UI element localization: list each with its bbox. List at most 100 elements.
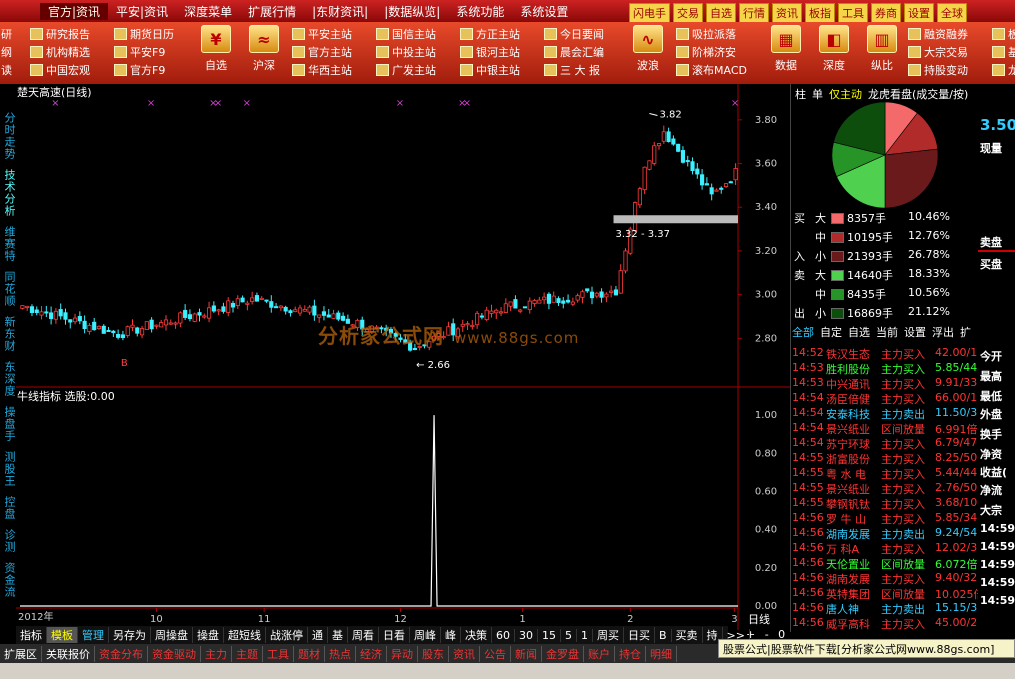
period-label[interactable]: 日线	[748, 611, 770, 627]
deal-row[interactable]: 14:56 天伦置业 区间放量 6.072倍	[792, 556, 979, 571]
toolbar-cut-item[interactable]: 基	[992, 44, 1015, 59]
menu-depth[interactable]: 深度菜单	[176, 3, 240, 20]
toolbar-china-macro[interactable]: 中国宏观	[30, 62, 90, 77]
indicator-tab[interactable]: 操盘	[193, 627, 224, 643]
indicator-tab[interactable]: 5	[561, 628, 577, 642]
indicator-tab[interactable]: 通	[308, 627, 328, 643]
extension-tab[interactable]: 金罗盘	[542, 645, 584, 662]
toolbar-institution-picks[interactable]: 机构精选	[30, 44, 90, 59]
ltab-custom[interactable]: 自定	[820, 324, 842, 340]
extension-tab[interactable]: 持仓	[615, 645, 646, 662]
indicator-tab[interactable]: 超短线	[224, 627, 266, 643]
menu-official-news[interactable]: 官方|资讯	[40, 2, 109, 20]
extension-tab[interactable]: 明细	[646, 645, 677, 662]
extension-tab[interactable]: 异动	[387, 645, 418, 662]
toolbar-futures-calendar[interactable]: 期货日历	[114, 26, 174, 41]
tab-cegu[interactable]: 测股王	[0, 451, 16, 487]
deal-row[interactable]: 14:54 苏宁环球 主力买入 6.79/47	[792, 436, 979, 451]
indicator-tab[interactable]: B	[655, 628, 672, 642]
indicator-tab[interactable]: 买卖	[672, 627, 703, 643]
toolbar-watchlist-button[interactable]: ¥ 自选	[194, 25, 238, 73]
kline-chart[interactable]: 2.80 3.00 3.20 3.40 3.60 3.80 1.00 0.80 0.60 0.40…	[16, 84, 790, 630]
deal-row[interactable]: 14:54 安泰科技 主力卖出 11.50/3	[792, 406, 979, 421]
quick-settings[interactable]: 设置	[904, 3, 934, 23]
deal-row[interactable]: 14:52 铁汉生态 主力买入 42.00/1	[792, 346, 979, 361]
indicator-tab[interactable]: 日看	[379, 627, 410, 643]
quick-quotes[interactable]: 行情	[739, 3, 769, 23]
ltab-all[interactable]: 全部	[792, 324, 814, 340]
extension-tab[interactable]: 股东	[418, 645, 449, 662]
indicator-tab[interactable]: 日买	[624, 627, 655, 643]
toolbar-three-reports[interactable]: 三 大 报	[544, 62, 604, 77]
ad-banner[interactable]: 股票公式|股票软件下载[分析家公式网www.88gs.com]	[718, 639, 1015, 658]
toolbar-margin-trading[interactable]: 融资融券	[908, 26, 968, 41]
toolbar-compare-button[interactable]: ▥ 纵比	[860, 25, 904, 73]
toolbar-cut-item[interactable]: 读	[1, 62, 12, 77]
indicator-tab[interactable]: 决策	[461, 627, 492, 643]
menu-dongcai-news[interactable]: |东财资讯|	[304, 3, 376, 20]
menu-system-functions[interactable]: 系统功能	[448, 3, 512, 20]
menu-pingan-news[interactable]: 平安|资讯	[108, 3, 176, 20]
deal-row[interactable]: 14:56 万 科A 主力买入 12.02/3	[792, 541, 979, 556]
deal-row[interactable]: 14:54 汤臣倍健 主力买入 66.00/1	[792, 391, 979, 406]
extension-tab[interactable]: 经济	[356, 645, 387, 662]
indicator-tab[interactable]: 战涨停	[266, 627, 308, 643]
deal-row[interactable]: 14:56英特集团区间放量 10.025倍	[792, 586, 979, 601]
toolbar-pingan-f9[interactable]: 平安F9	[114, 44, 174, 59]
toolbar-official-station[interactable]: 官方主站	[292, 44, 352, 59]
ltab-current[interactable]: 当前	[876, 324, 898, 340]
toolbar-pingan-station[interactable]: 平安主站	[292, 26, 352, 41]
deal-row[interactable]: 14:56 唐人神 主力卖出 15.15/3	[792, 601, 979, 616]
deal-row[interactable]: 14:55 粤 水 电 主力买入 5.44/44	[792, 466, 979, 481]
extension-tab[interactable]: 题材	[294, 645, 325, 662]
rtab-single[interactable]: 单	[812, 86, 823, 102]
deal-row[interactable]: 14:56 湖南发展 主力卖出 9.24/54	[792, 526, 979, 541]
tab-technical-analysis[interactable]: 技术分析	[0, 169, 16, 217]
tab-weisaite[interactable]: 维赛特	[0, 226, 16, 262]
indicator-tab[interactable]: 指标	[16, 627, 47, 643]
extension-tab[interactable]: 资讯	[449, 645, 480, 662]
toolbar-guangfa-station[interactable]: 广发主站	[376, 62, 436, 77]
toolbar-official-f9[interactable]: 官方F9	[114, 62, 174, 77]
toolbar-huaxi-station[interactable]: 华西主站	[292, 62, 352, 77]
toolbar-block-trade[interactable]: 大宗交易	[908, 44, 968, 59]
extension-tab[interactable]: 扩展区	[0, 645, 42, 662]
toolbar-cut-item[interactable]: 龙	[992, 62, 1015, 77]
rtab-active-only[interactable]: 仅主动	[829, 86, 862, 102]
indicator-tab[interactable]: 1	[577, 628, 593, 642]
toolbar-macd[interactable]: 滚布MACD	[676, 62, 747, 77]
tab-xindongcai[interactable]: 新东财	[0, 316, 16, 352]
extension-tab[interactable]: 资金分布	[95, 645, 148, 662]
deal-row[interactable]: 14:55 攀钢钒钛 主力买入 3.68/10	[792, 496, 979, 511]
tab-caopanshou[interactable]: 操盘手	[0, 406, 16, 442]
indicator-tab[interactable]: 周看	[348, 627, 379, 643]
toolbar-wave-button[interactable]: ∿ 波浪	[626, 25, 670, 73]
ltab-float[interactable]: 浮出	[932, 324, 954, 340]
rtab-bar[interactable]: 柱	[795, 86, 806, 102]
indicator-tab[interactable]: 15	[538, 628, 561, 642]
extension-tab[interactable]: 公告	[480, 645, 511, 662]
ltab-expand[interactable]: 扩	[960, 324, 971, 340]
deal-row[interactable]: 14:55 浙富股份 主力买入 8.25/50	[792, 451, 979, 466]
tab-dongshendu[interactable]: 东深度	[0, 361, 16, 397]
extension-tab[interactable]: 主力	[201, 645, 232, 662]
toolbar-xila[interactable]: 吸拉派落	[676, 26, 747, 41]
deal-row[interactable]: 14:56 湖南发展 主力买入 9.40/32	[792, 571, 979, 586]
menu-extended-quotes[interactable]: 扩展行情	[240, 3, 304, 20]
quick-sector-index[interactable]: 板指	[805, 3, 835, 23]
menu-system-settings[interactable]: 系统设置	[512, 3, 576, 20]
extension-tab[interactable]: 主题	[232, 645, 263, 662]
toolbar-cut-item[interactable]: 研	[1, 26, 12, 41]
toolbar-zhongyin-station[interactable]: 中银主站	[460, 62, 520, 77]
quick-lightning[interactable]: 闪电手	[629, 3, 670, 23]
deal-row[interactable]: 14:53 胜利股份 主力买入 5.85/44	[792, 361, 979, 376]
extension-tab[interactable]: 账户	[584, 645, 615, 662]
toolbar-shanghai-shenzhen-button[interactable]: ≈ 沪深	[242, 25, 286, 73]
deal-row[interactable]: 14:55 景兴纸业 主力买入 2.76/50	[792, 481, 979, 496]
deal-row[interactable]: 14:54 景兴纸业 区间放量 6.991倍	[792, 421, 979, 436]
deal-row[interactable]: 14:56 罗 牛 山 主力买入 5.85/34	[792, 511, 979, 526]
tab-kongpan[interactable]: 控盘	[0, 496, 16, 520]
extension-tab[interactable]: 热点	[325, 645, 356, 662]
tab-tonghuashun[interactable]: 同花顺	[0, 271, 16, 307]
toolbar-yinhe-station[interactable]: 银河主站	[460, 44, 520, 59]
